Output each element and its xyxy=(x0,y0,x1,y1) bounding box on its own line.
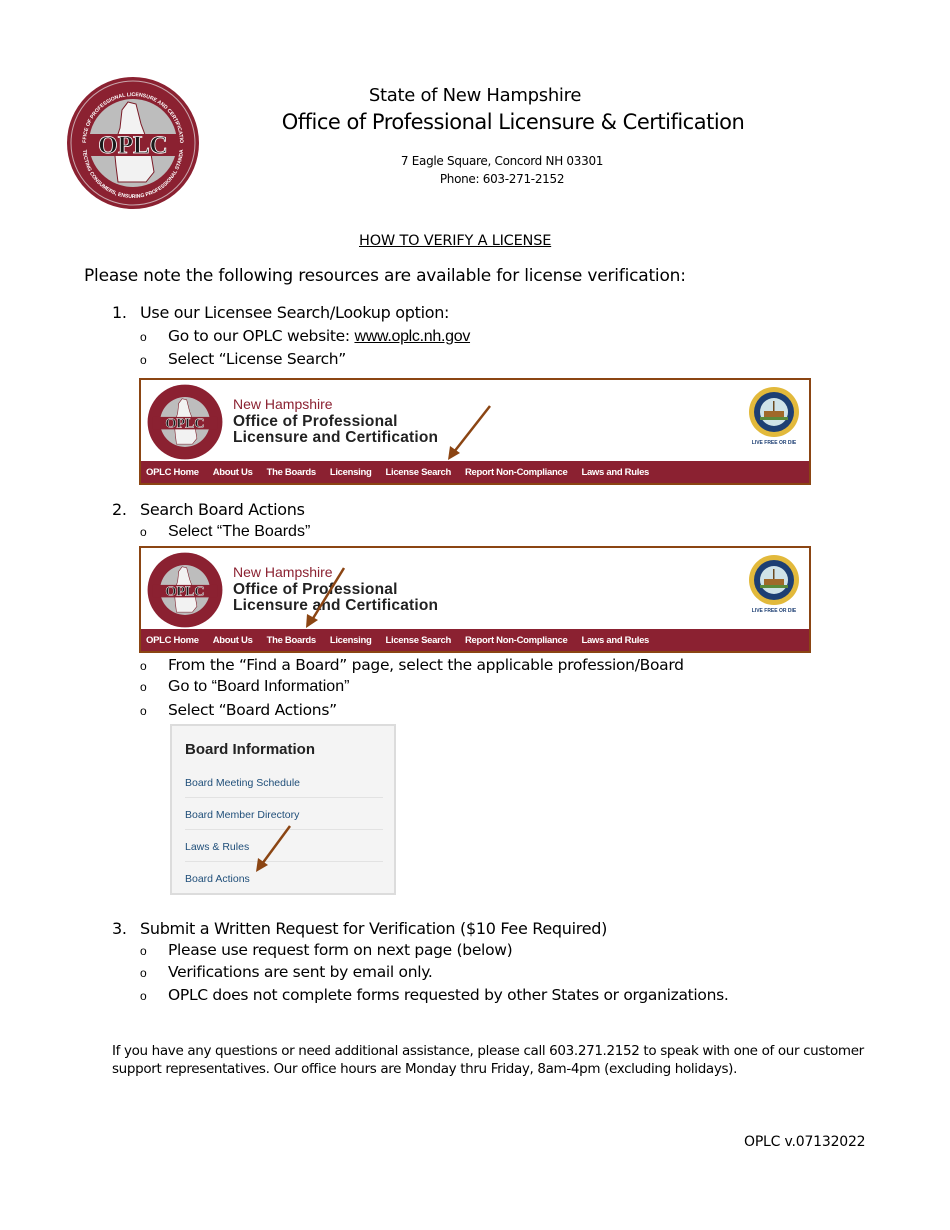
header-address: 7 Eagle Square, Concord NH 03301 xyxy=(400,154,604,168)
nh-state-seal-icon: LIVE FREE OR DIE xyxy=(749,387,799,446)
nav-report-non-compliance[interactable]: Report Non-Compliance xyxy=(465,635,568,646)
bullet-icon: o xyxy=(140,330,147,344)
step-2-bullet-3: o Go to “Board Information” xyxy=(140,678,349,696)
svg-text:OPLC: OPLC xyxy=(165,416,204,432)
step-label: Submit a Written Request for Verificatio… xyxy=(140,919,608,938)
oplc-logo: OPLC xyxy=(147,384,223,460)
bullet-text: Select “Board Actions” xyxy=(168,701,337,719)
nav-oplc-home[interactable]: OPLC Home xyxy=(146,467,199,478)
website-banner-the-boards: OPLC New Hampshire Office of Professiona… xyxy=(139,546,811,653)
bullet-text: Please use request form on next page (be… xyxy=(168,941,513,959)
contact-note: If you have any questions or need additi… xyxy=(112,1043,864,1077)
bullet-text: Select “The Boards” xyxy=(168,523,311,540)
bullet-text: Verifications are sent by email only. xyxy=(168,963,433,981)
nav-licensing[interactable]: Licensing xyxy=(330,467,372,478)
nav-licensing[interactable]: Licensing xyxy=(330,635,372,646)
bullet-icon: o xyxy=(140,353,147,367)
bullet-icon: o xyxy=(140,989,147,1003)
header-office-name: Office of Professional Licensure & Certi… xyxy=(281,110,745,134)
board-actions-link[interactable]: Board Actions xyxy=(185,873,383,893)
bullet-text: Go to “Board Information” xyxy=(168,678,350,695)
bullet-icon: o xyxy=(140,525,147,539)
nav-report-non-compliance[interactable]: Report Non-Compliance xyxy=(465,467,568,478)
header-phone: Phone: 603-271-2152 xyxy=(439,172,565,186)
board-information-title: Board Information xyxy=(185,741,315,758)
board-meeting-schedule-link[interactable]: Board Meeting Schedule xyxy=(185,777,383,798)
bullet-text: Go to our OPLC website: xyxy=(168,327,355,345)
step-3-bullet-1: o Please use request form on next page (b… xyxy=(140,941,513,959)
step-2-bullet-4: o Select “Board Actions” xyxy=(140,701,337,719)
header-state: State of New Hampshire xyxy=(368,85,582,106)
banner-state: New Hampshire xyxy=(233,396,333,412)
banner-title-line2: Licensure and Certification xyxy=(233,429,439,446)
step-3-bullet-3: o OPLC does not complete forms requested … xyxy=(140,986,729,1004)
banner-nav: OPLC Home About Us The Boards Licensing … xyxy=(141,629,809,651)
arrow-to-board-actions-icon xyxy=(256,825,292,872)
step-label: Search Board Actions xyxy=(140,500,305,519)
arrow-to-license-search-icon xyxy=(448,405,491,460)
bullet-icon: o xyxy=(140,966,147,980)
nav-license-search[interactable]: License Search xyxy=(385,467,451,478)
step-label: Use our Licensee Search/Lookup option: xyxy=(140,303,450,322)
step-1: 1. Use our Licensee Search/Lookup option: xyxy=(112,303,449,322)
nav-the-boards[interactable]: The Boards xyxy=(267,467,317,478)
bullet-icon: o xyxy=(140,944,147,958)
nav-license-search[interactable]: License Search xyxy=(385,635,451,646)
bullet-icon: o xyxy=(140,704,147,718)
svg-text:LIVE FREE OR DIE: LIVE FREE OR DIE xyxy=(752,440,797,446)
step-number: 2. xyxy=(112,500,127,519)
bullet-text: From the “Find a Board” page, select the… xyxy=(168,656,684,674)
nav-laws-and-rules[interactable]: Laws and Rules xyxy=(581,467,649,478)
nav-the-boards[interactable]: The Boards xyxy=(267,635,317,646)
nav-laws-and-rules[interactable]: Laws and Rules xyxy=(581,635,649,646)
step-2-bullet-1: o Select “The Boards” xyxy=(140,523,310,541)
nav-about-us[interactable]: About Us xyxy=(213,467,253,478)
step-1-bullet-2: o Select “License Search” xyxy=(140,350,346,368)
nh-state-seal-icon: LIVE FREE OR DIE xyxy=(749,555,799,614)
step-3: 3. Submit a Written Request for Verificat… xyxy=(112,919,607,938)
oplc-logo: OPLC xyxy=(147,552,223,628)
bullet-text: OPLC does not complete forms requested b… xyxy=(168,986,729,1004)
svg-text:OPLC: OPLC xyxy=(165,584,204,600)
arrow-to-the-boards-icon xyxy=(306,567,346,628)
nav-about-us[interactable]: About Us xyxy=(213,635,253,646)
bullet-icon: o xyxy=(140,659,147,673)
bullet-text: Select “License Search” xyxy=(168,350,347,368)
svg-text:LIVE FREE OR DIE: LIVE FREE OR DIE xyxy=(752,608,797,614)
document-title: HOW TO VERIFY A LICENSE xyxy=(359,233,552,249)
intro-text: Please note the following resources are … xyxy=(84,266,686,286)
step-number: 1. xyxy=(112,303,127,322)
step-2-bullet-2: o From the “Find a Board” page, select th… xyxy=(140,656,684,674)
banner-nav: OPLC Home About Us The Boards Licensing … xyxy=(141,461,809,483)
step-number: 3. xyxy=(112,919,127,938)
oplc-website-link[interactable]: www.oplc.nh.gov xyxy=(354,328,470,345)
nav-oplc-home[interactable]: OPLC Home xyxy=(146,635,199,646)
bullet-icon: o xyxy=(140,680,147,694)
step-1-bullet-1: o Go to our OPLC website: www.oplc.nh.gov xyxy=(140,327,470,346)
step-2: 2. Search Board Actions xyxy=(112,500,305,519)
step-3-bullet-2: o Verifications are sent by email only. xyxy=(140,963,433,981)
version-label: OPLC v.07132022 xyxy=(744,1134,866,1150)
